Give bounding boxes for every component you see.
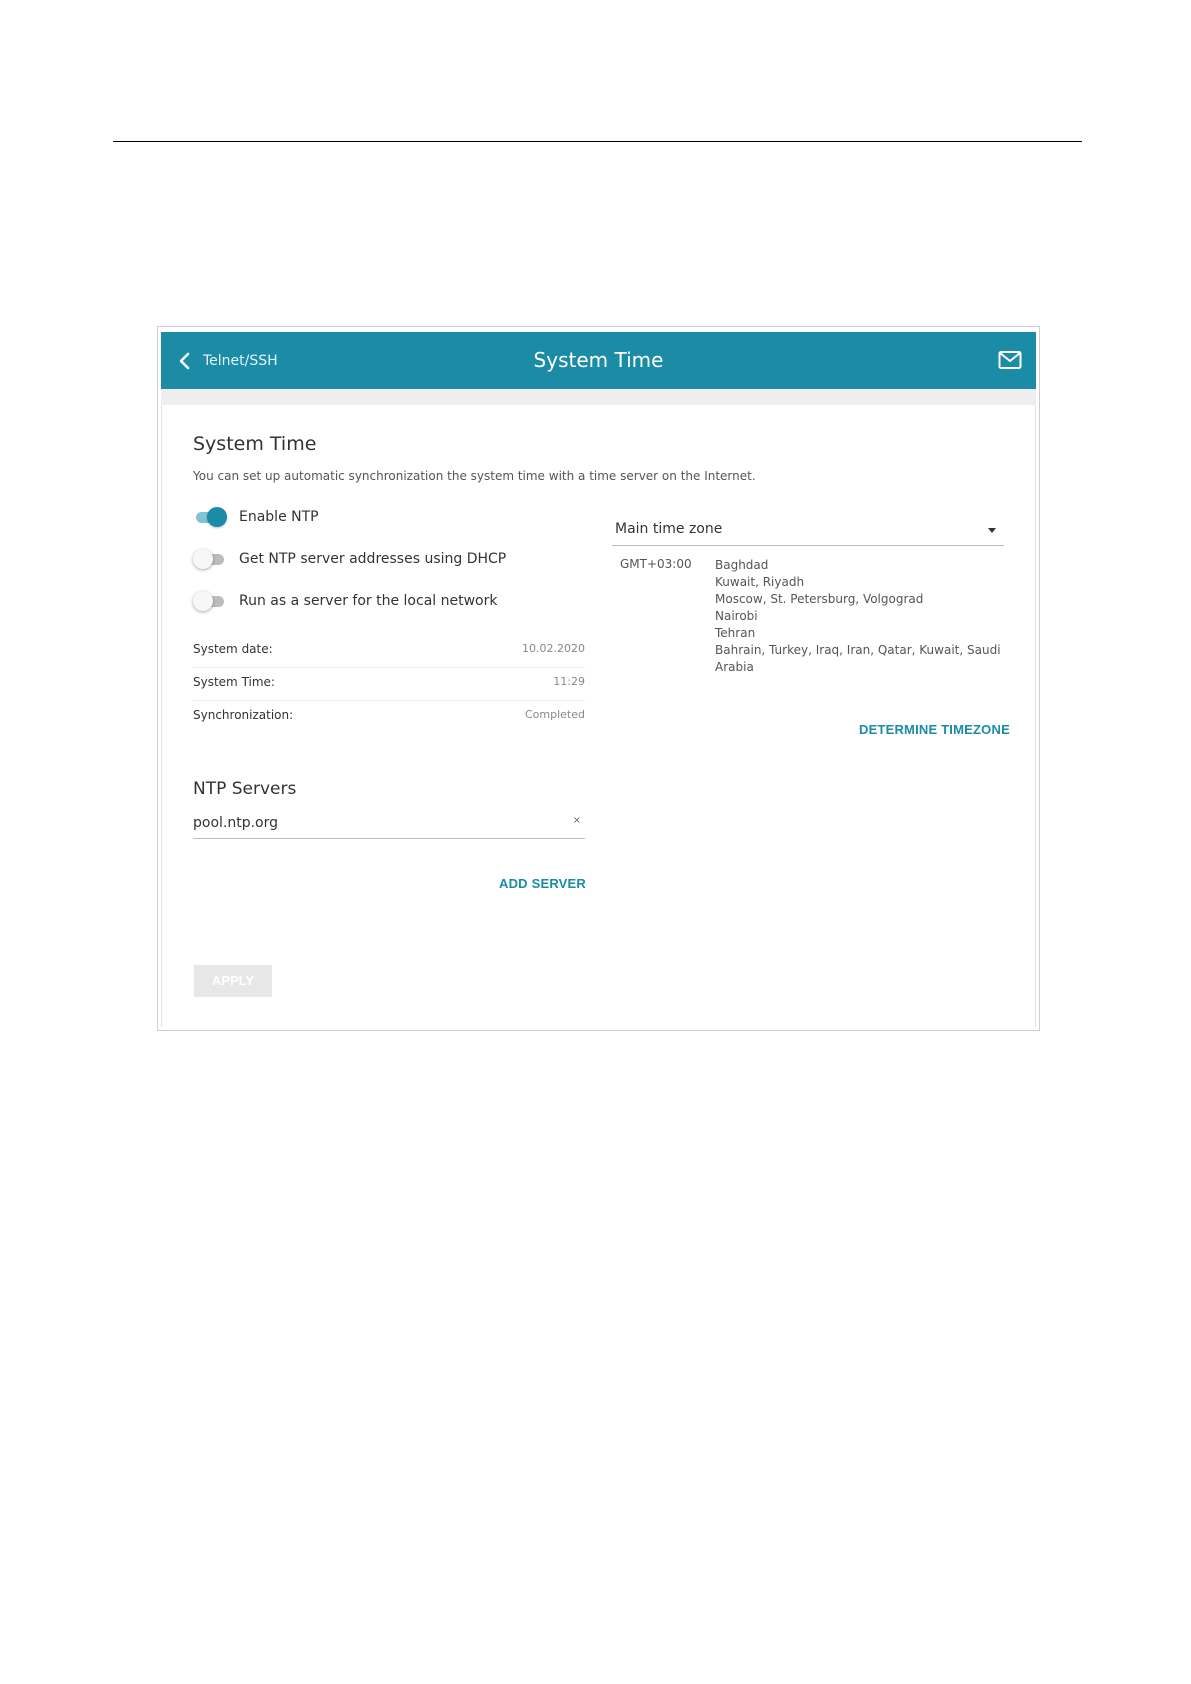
screenshot-frame: Telnet/SSH System Time System Time You c… [157, 326, 1040, 1031]
ntp-server-field[interactable]: pool.ntp.org × [193, 805, 585, 839]
determine-timezone-button[interactable]: DETERMINE TIMEZONE [859, 722, 1010, 737]
system-time-value: 11:29 [553, 675, 585, 688]
clear-icon[interactable]: × [573, 815, 581, 826]
local-server-row[interactable]: Run as a server for the local network [193, 589, 497, 613]
system-time-row: System Time: 11:29 [193, 667, 585, 701]
timezone-city: Baghdad [715, 558, 769, 572]
page-title: System Time [533, 348, 664, 372]
system-time-card: System Time You can set up automatic syn… [161, 405, 1036, 1027]
synchronization-label: Synchronization: [193, 708, 294, 722]
add-server-button[interactable]: ADD SERVER [499, 876, 586, 891]
dhcp-ntp-toggle[interactable] [193, 548, 227, 570]
local-server-label: Run as a server for the local network [239, 593, 498, 609]
timezone-select-value: Main time zone [615, 521, 723, 537]
synchronization-row: Synchronization: Completed [193, 700, 585, 733]
mail-icon[interactable] [998, 350, 1022, 370]
system-date-value: 10.02.2020 [522, 642, 585, 655]
dhcp-ntp-label: Get NTP server addresses using DHCP [239, 551, 507, 567]
header-strip [161, 389, 1036, 405]
timezone-city: Nairobi [715, 609, 758, 623]
ntp-server-value: pool.ntp.org [193, 815, 279, 831]
system-date-label: System date: [193, 642, 273, 656]
enable-ntp-label: Enable NTP [239, 509, 319, 525]
system-date-row: System date: 10.02.2020 [193, 634, 585, 668]
header-bar: Telnet/SSH System Time [161, 332, 1036, 389]
section-title-ntp-servers: NTP Servers [193, 779, 297, 799]
timezone-gmt-offset: GMT+03:00 [620, 557, 692, 571]
timezone-city: Bahrain, Turkey, Iraq, Iran, Qatar, Kuwa… [715, 643, 1001, 674]
page-top-rule [113, 141, 1082, 142]
timezone-city: Tehran [715, 626, 756, 640]
timezone-select[interactable]: Main time zone [612, 511, 1004, 546]
section-title-system-time: System Time [193, 433, 317, 455]
timezone-cities: Baghdad Kuwait, Riyadh Moscow, St. Peter… [715, 557, 1005, 676]
local-server-toggle[interactable] [193, 590, 227, 612]
section-description: You can set up automatic synchronization… [193, 469, 756, 483]
apply-button[interactable]: APPLY [194, 965, 272, 997]
timezone-city: Kuwait, Riyadh [715, 575, 805, 589]
enable-ntp-toggle[interactable] [193, 506, 227, 528]
synchronization-value: Completed [525, 708, 585, 721]
dhcp-ntp-row[interactable]: Get NTP server addresses using DHCP [193, 547, 506, 571]
enable-ntp-row[interactable]: Enable NTP [193, 505, 319, 529]
timezone-city: Moscow, St. Petersburg, Volgograd [715, 592, 924, 606]
system-time-label: System Time: [193, 675, 275, 689]
caret-down-icon [988, 528, 996, 533]
